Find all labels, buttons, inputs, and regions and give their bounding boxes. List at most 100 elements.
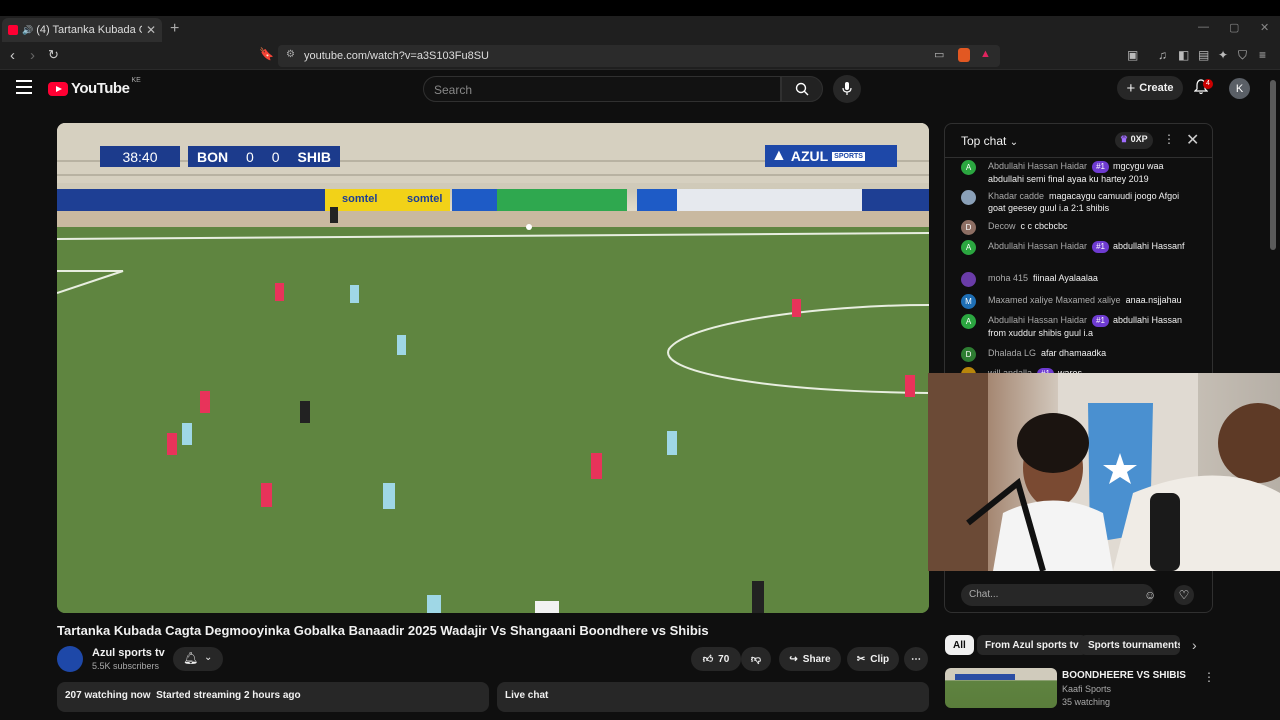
url-field[interactable]: ⚙ youtube.com/watch?v=a3S103Fu8SU ▭ ▲ bbox=[278, 45, 1000, 67]
live-chat-toggle[interactable]: Live chat bbox=[497, 682, 929, 712]
chip-from-channel[interactable]: From Azul sports tv bbox=[977, 635, 1087, 655]
subscription-bell-button[interactable]: 🔔︎ ⌄ bbox=[173, 647, 223, 671]
more-horizontal-icon: ⋯ bbox=[911, 653, 921, 665]
chat-message-body: Dhalada LG afar dhamaadka bbox=[988, 347, 1191, 359]
chat-author-avatar[interactable]: A bbox=[961, 314, 976, 329]
chat-placeholder: Chat... bbox=[969, 589, 999, 600]
cast-icon[interactable]: ▭ bbox=[934, 48, 944, 61]
reaction-heart-button[interactable]: ♡ bbox=[1174, 585, 1194, 605]
chat-author-avatar[interactable]: A bbox=[961, 160, 976, 175]
chat-author-name[interactable]: Abdullahi Hassan Haidar bbox=[988, 161, 1087, 171]
scissors-icon: ✂ bbox=[856, 653, 866, 665]
reload-icon[interactable]: ↻ bbox=[48, 47, 59, 63]
close-tab-icon[interactable]: ✕ bbox=[146, 23, 156, 37]
recommended-title[interactable]: BOONDHEERE VS SHIBIS bbox=[1062, 670, 1186, 681]
chat-author-avatar[interactable] bbox=[961, 272, 976, 287]
webcam-graphic bbox=[928, 373, 1280, 571]
share-button[interactable]: ↪ Share bbox=[779, 647, 841, 671]
more-actions-button[interactable]: ⋯ bbox=[904, 647, 928, 671]
channel-avatar[interactable] bbox=[57, 646, 83, 672]
chat-input[interactable]: Chat... bbox=[961, 584, 1154, 606]
points-badge[interactable]: ♛ 0XP bbox=[1115, 132, 1153, 149]
more-vert-icon[interactable]: ⋮ bbox=[1203, 670, 1215, 684]
minimize-icon[interactable]: — bbox=[1198, 21, 1209, 33]
page-scrollbar[interactable] bbox=[1270, 80, 1276, 250]
like-button[interactable]: 👍︎ 70 bbox=[691, 647, 741, 671]
chat-author-avatar[interactable] bbox=[961, 190, 976, 205]
hamburger-menu-icon[interactable] bbox=[16, 80, 32, 94]
new-tab-icon[interactable]: + bbox=[170, 20, 179, 38]
chat-author-avatar[interactable]: D bbox=[961, 220, 976, 235]
search-icon bbox=[795, 82, 809, 96]
music-icon[interactable]: ♫ bbox=[1158, 48, 1172, 62]
clip-button[interactable]: ✂ Clip bbox=[847, 647, 899, 671]
chat-message: A Abdullahi Hassan Haidar #1 abdullahi Hass… bbox=[961, 314, 1191, 339]
chat-message-text: anaa.nsjjahau bbox=[1125, 295, 1182, 305]
browser-tab[interactable]: 🔊 (4) Tartanka Kubada Cagta De ✕ bbox=[2, 18, 162, 42]
chat-author-name[interactable]: Decow bbox=[988, 221, 1016, 231]
webcam-overlay bbox=[928, 373, 1280, 571]
recommended-watching: 35 watching bbox=[1062, 697, 1111, 707]
chat-title: Top chat bbox=[961, 134, 1007, 148]
site-info-icon[interactable]: ⚙ bbox=[286, 49, 295, 60]
clip-label: Clip bbox=[870, 653, 890, 665]
wallet-icon[interactable]: ▤ bbox=[1198, 48, 1212, 62]
top-chat-dropdown[interactable]: Top chat ⌄ bbox=[961, 134, 1018, 148]
watching-count: 207 watching now bbox=[65, 690, 151, 701]
account-avatar[interactable]: K bbox=[1229, 78, 1250, 99]
chat-more-icon[interactable]: ⋮ bbox=[1163, 132, 1175, 146]
chat-author-avatar[interactable]: M bbox=[961, 294, 976, 309]
chat-author-avatar[interactable]: A bbox=[961, 240, 976, 255]
channel-name[interactable]: Azul sports tv bbox=[92, 647, 165, 659]
forward-icon[interactable]: › bbox=[30, 47, 35, 64]
chat-author-name[interactable]: Dhalada LG bbox=[988, 348, 1036, 358]
chip-sports-tournaments[interactable]: Sports tournaments bbox=[1080, 635, 1180, 655]
chat-header: Top chat ⌄ ♛ 0XP ⋮ ✕ bbox=[945, 124, 1212, 158]
create-label: Create bbox=[1139, 82, 1174, 94]
description-box[interactable]: 207 watching now Started streaming 2 hou… bbox=[57, 682, 489, 712]
vpn-shield-icon[interactable]: ⛉ bbox=[1238, 48, 1252, 62]
brave-shield-icon[interactable] bbox=[958, 48, 970, 62]
chat-author-avatar[interactable]: D bbox=[961, 347, 976, 362]
youtube-logo[interactable]: YouTube KE bbox=[48, 77, 141, 97]
url-text: youtube.com/watch?v=a3S103Fu8SU bbox=[304, 50, 489, 62]
chip-all[interactable]: All bbox=[945, 635, 974, 655]
score-panel: BON 0 0 SHIB bbox=[188, 146, 340, 167]
voice-search-button[interactable] bbox=[833, 75, 861, 103]
close-window-icon[interactable]: ✕ bbox=[1260, 21, 1269, 34]
thumbs-down-icon: 👎︎ bbox=[750, 654, 762, 665]
chevron-down-icon: ⌄ bbox=[1009, 137, 1019, 148]
chat-message-body: Decow c c cbcbcbc bbox=[988, 220, 1191, 232]
rewards-icon[interactable]: ▲ bbox=[980, 48, 991, 60]
bookmark-icon[interactable]: 🔖 bbox=[259, 47, 274, 61]
share-label: Share bbox=[802, 653, 831, 665]
back-icon[interactable]: ‹ bbox=[10, 47, 15, 64]
video-player[interactable]: 38:40 BON 0 0 SHIB ▲ AZUL SPORTS somtel … bbox=[57, 123, 929, 613]
chat-message: A Abdullahi Hassan Haidar #1 mgcygu waa abd… bbox=[961, 160, 1191, 185]
leo-ai-icon[interactable]: ✦ bbox=[1218, 48, 1232, 62]
chevron-right-icon[interactable]: › bbox=[1192, 637, 1197, 653]
chat-message: moha 415 fiinaal Ayalaalaa bbox=[961, 272, 1191, 287]
recommended-thumbnail[interactable] bbox=[945, 668, 1057, 708]
notification-count-badge: 4 bbox=[1203, 79, 1213, 89]
create-button[interactable]: + Create bbox=[1117, 76, 1183, 100]
chat-message: D Dhalada LG afar dhamaadka bbox=[961, 347, 1191, 362]
reader-mode-icon[interactable]: ▣ bbox=[1127, 48, 1141, 62]
browser-menu-icon[interactable]: ≡ bbox=[1259, 48, 1273, 62]
recommended-channel[interactable]: Kaafi Sports bbox=[1062, 684, 1111, 694]
sidebar-icon[interactable]: ◧ bbox=[1178, 48, 1192, 62]
search-input[interactable]: Search bbox=[423, 76, 781, 102]
emoji-icon[interactable]: ☺ bbox=[1144, 588, 1156, 602]
chat-author-name[interactable]: Abdullahi Hassan Haidar bbox=[988, 241, 1087, 251]
chat-author-name[interactable]: Maxamed xaliye Maxamed xaliye bbox=[988, 295, 1121, 305]
maximize-icon[interactable]: ▢ bbox=[1229, 21, 1239, 34]
chat-author-name[interactable]: Abdullahi Hassan Haidar bbox=[988, 315, 1087, 325]
search-button[interactable] bbox=[781, 76, 823, 102]
close-chat-icon[interactable]: ✕ bbox=[1186, 130, 1199, 150]
rank-badge: #1 bbox=[1092, 161, 1109, 173]
rank-badge: #1 bbox=[1092, 315, 1109, 327]
sponsor-board: somtel bbox=[342, 193, 378, 205]
chat-author-name[interactable]: Khadar cadde bbox=[988, 191, 1044, 201]
dislike-button[interactable]: 👎︎ bbox=[741, 647, 771, 671]
chat-author-name[interactable]: moha 415 bbox=[988, 273, 1028, 283]
